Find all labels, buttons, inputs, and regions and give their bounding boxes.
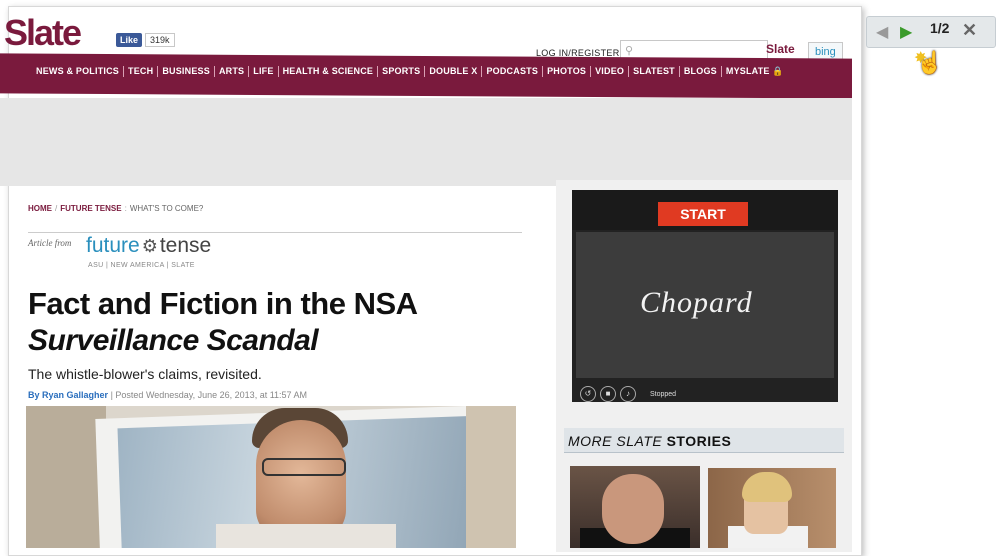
photo-shirt (216, 524, 396, 548)
replay-icon[interactable]: ↺ (580, 386, 596, 402)
breadcrumb-tagline: WHAT'S TO COME? (129, 204, 204, 213)
article-headline: Fact and Fiction in the NSA (28, 286, 418, 321)
gear-icon: ⚙ (141, 236, 158, 256)
byline: By Ryan Gallagher | Posted Wednesday, Ju… (28, 390, 307, 400)
nav-photos[interactable]: PHOTOS (543, 66, 592, 77)
photo-background-right (466, 406, 516, 548)
arrow-left-icon[interactable]: ◀ (876, 22, 888, 42)
thumbnail-face (602, 474, 664, 544)
main-nav: NEWS & POLITICS TECH BUSINESS ARTS LIFE … (32, 66, 788, 77)
stop-icon[interactable]: ■ (600, 386, 616, 402)
breadcrumb-home[interactable]: HOME (28, 204, 52, 213)
nav-life[interactable]: LIFE (249, 66, 279, 77)
volume-icon[interactable]: ♪ (620, 386, 636, 402)
start-button[interactable]: START (658, 202, 748, 226)
more-stories-prefix: MORE SLATE (568, 433, 663, 449)
page-counter: 1/2 (930, 20, 950, 36)
article-photo[interactable] (26, 406, 516, 548)
future-tense-logo[interactable]: future ⚙tense (86, 234, 211, 258)
future-tense-logo-future: future (86, 234, 140, 257)
video-controls: ↺ ■ ♪ Stopped (580, 386, 676, 402)
nav-sports[interactable]: SPORTS (378, 66, 426, 77)
search-slate-toggle[interactable]: Slate (766, 42, 795, 56)
post-date: Posted Wednesday, June 26, 2013, at 11:5… (115, 390, 308, 400)
more-stories-word: STORIES (666, 433, 732, 449)
slate-logo[interactable]: Slate (4, 12, 82, 54)
hand-pointer-icon: ☝ (916, 50, 944, 75)
thumbnail-hair (742, 472, 792, 502)
nav-slatest[interactable]: SLATEST (629, 66, 680, 77)
breadcrumb-section[interactable]: FUTURE TENSE (60, 204, 121, 213)
byline-by: By (28, 390, 40, 400)
divider (28, 232, 522, 233)
story-thumbnail[interactable] (708, 468, 836, 548)
nav-myslate-label: MYSLATE (725, 66, 770, 76)
breadcrumb-separator: : (124, 204, 127, 213)
future-tense-partners: ASU | NEW AMERICA | SLATE (88, 262, 195, 269)
nav-health-science[interactable]: HEALTH & SCIENCE (279, 66, 379, 77)
nav-tech[interactable]: TECH (124, 66, 159, 77)
ad-banner (0, 98, 852, 186)
nav-double-x[interactable]: DOUBLE X (425, 66, 483, 77)
nav-business[interactable]: BUSINESS (158, 66, 215, 77)
chopard-logo: Chopard (640, 286, 753, 319)
breadcrumb: HOME / FUTURE TENSE: WHAT'S TO COME? (28, 204, 203, 213)
arrow-right-icon[interactable]: ▶ (900, 22, 912, 42)
breadcrumb-separator: / (55, 204, 58, 213)
nav-podcasts[interactable]: PODCASTS (482, 66, 544, 77)
facebook-like-button[interactable]: Like (116, 33, 143, 47)
author-link[interactable]: Ryan Gallagher (42, 390, 108, 400)
article-from-label: Article from (28, 238, 72, 248)
photo-background (26, 406, 106, 548)
nav-blogs[interactable]: BLOGS (680, 66, 722, 77)
photo-glasses (262, 458, 346, 476)
nav-myslate[interactable]: MYSLATE 🔒 (722, 66, 788, 77)
story-thumbnail[interactable] (570, 466, 700, 548)
article-headline-line2: Surveillance Scandal (28, 324, 319, 357)
facebook-like-widget[interactable]: Like 319k (116, 33, 175, 47)
future-tense-logo-tense: tense (159, 234, 212, 257)
facebook-like-count: 319k (145, 33, 175, 47)
nav-news-politics[interactable]: NEWS & POLITICS (32, 66, 125, 77)
more-stories-title: MORE SLATE STORIES (568, 433, 731, 449)
nav-arts[interactable]: ARTS (215, 66, 250, 77)
close-icon[interactable]: ✕ (962, 20, 977, 41)
lock-icon: 🔒 (772, 66, 784, 76)
search-icon: ⚲ (625, 45, 634, 57)
article-dek: The whistle-blower's claims, revisited. (28, 366, 262, 382)
video-status: Stopped (650, 390, 677, 398)
photo-face (256, 420, 346, 540)
nav-video[interactable]: VIDEO (591, 66, 630, 77)
